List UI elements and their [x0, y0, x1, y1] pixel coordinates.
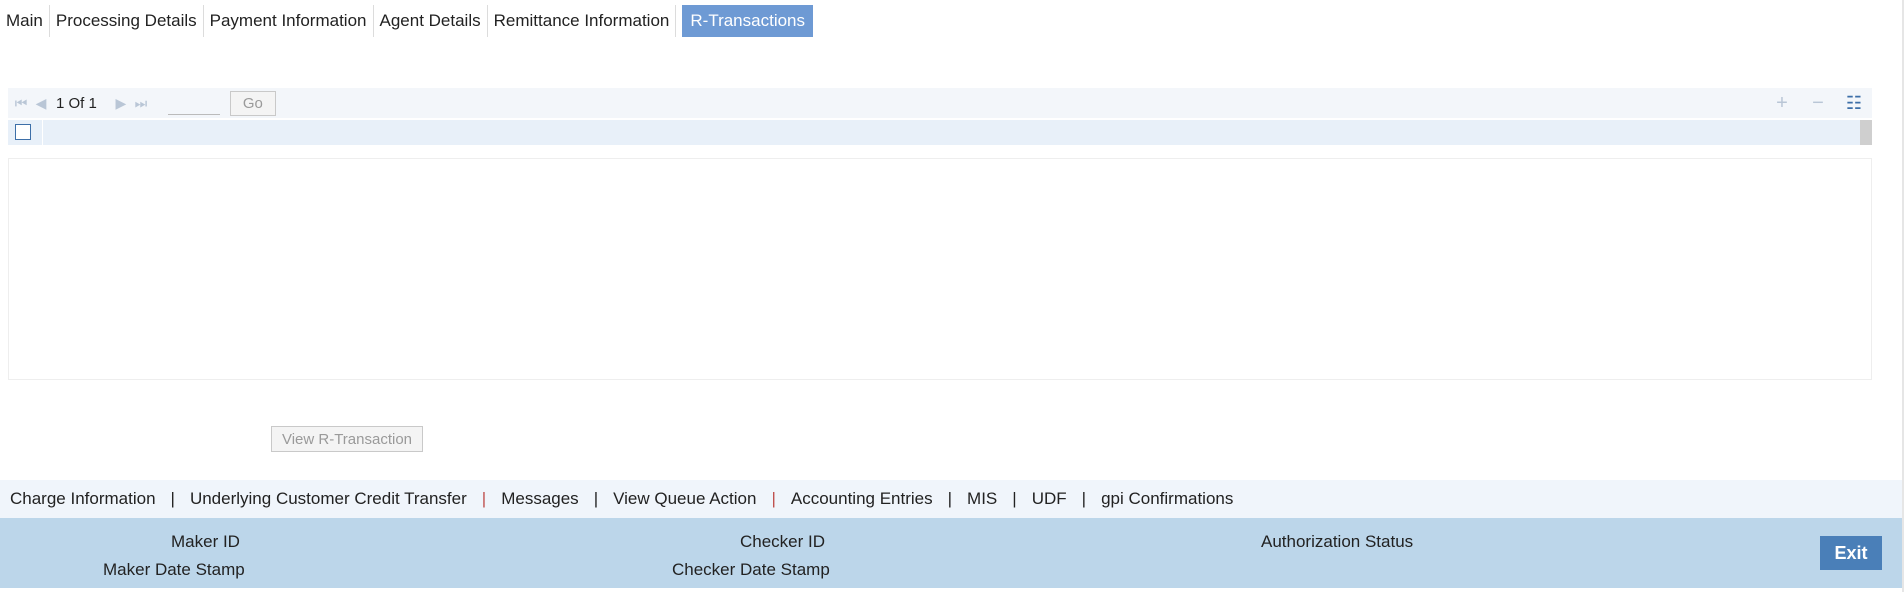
link-separator: |: [593, 489, 599, 508]
view-r-transaction-button[interactable]: View R-Transaction: [271, 426, 423, 452]
link-gpi-confirmations[interactable]: gpi Confirmations: [1101, 489, 1233, 509]
delete-row-icon[interactable]: −: [1800, 92, 1836, 115]
grid-scrollbar[interactable]: [1860, 120, 1872, 145]
link-mis[interactable]: MIS: [967, 489, 997, 509]
last-page-icon[interactable]: ⏭: [134, 95, 148, 112]
grid-toolbar: ⏮ ◀ 1 Of 1 ▶ ⏭ Go + − ☷: [8, 88, 1872, 118]
link-separator: |: [947, 489, 953, 508]
go-button[interactable]: Go: [229, 90, 276, 116]
tab-r-transactions[interactable]: R-Transactions: [682, 5, 814, 37]
tab-processing-details[interactable]: Processing Details: [50, 5, 204, 37]
authorization-status-label: Authorization Status: [1261, 532, 1414, 551]
checker-id-label: Checker ID: [740, 532, 826, 551]
next-page-icon[interactable]: ▶: [114, 95, 128, 112]
maker-date-stamp-label: Maker Date Stamp: [103, 560, 245, 579]
maker-id-label: Maker ID: [171, 532, 240, 551]
link-underlying-customer-credit-transfer[interactable]: Underlying Customer Credit Transfer: [190, 489, 467, 509]
link-separator: |: [170, 489, 175, 508]
subsystem-links: Charge Information | Underlying Customer…: [0, 480, 1904, 518]
link-separator: |: [481, 489, 487, 508]
link-udf[interactable]: UDF: [1032, 489, 1067, 509]
pager-current: 1: [56, 94, 65, 112]
page-number-input[interactable]: [167, 91, 220, 115]
link-separator: |: [1012, 489, 1017, 508]
grid-header: [8, 120, 1872, 145]
list-view-icon[interactable]: ☷: [1836, 93, 1872, 114]
tab-remittance-information[interactable]: Remittance Information: [488, 5, 677, 37]
exit-button[interactable]: Exit: [1820, 536, 1882, 570]
link-accounting-entries[interactable]: Accounting Entries: [791, 489, 933, 509]
add-row-icon[interactable]: +: [1764, 92, 1800, 115]
prev-page-icon[interactable]: ◀: [34, 95, 48, 112]
link-view-queue-action[interactable]: View Queue Action: [613, 489, 756, 509]
grid-toolbar-actions: + − ☷: [1764, 88, 1872, 118]
tab-agent-details[interactable]: Agent Details: [374, 5, 488, 37]
grid-body: [8, 158, 1872, 380]
pager-info: 1 Of 1: [56, 95, 97, 112]
pager-total: 1: [88, 94, 97, 112]
link-messages[interactable]: Messages: [501, 489, 578, 509]
link-separator: |: [1081, 489, 1087, 508]
tab-payment-information[interactable]: Payment Information: [204, 5, 374, 37]
header-divider: [42, 120, 43, 145]
first-page-icon[interactable]: ⏮: [14, 95, 28, 112]
pager-of-label: Of: [68, 94, 85, 112]
link-separator: |: [771, 489, 776, 508]
tab-bar: Main Processing Details Payment Informat…: [0, 5, 814, 37]
link-charge-information[interactable]: Charge Information: [10, 489, 156, 509]
select-all-checkbox[interactable]: [15, 124, 31, 140]
tab-main[interactable]: Main: [0, 5, 50, 37]
checker-date-stamp-label: Checker Date Stamp: [672, 560, 830, 579]
audit-footer: Maker ID Maker Date Stamp Checker ID Che…: [0, 518, 1904, 588]
